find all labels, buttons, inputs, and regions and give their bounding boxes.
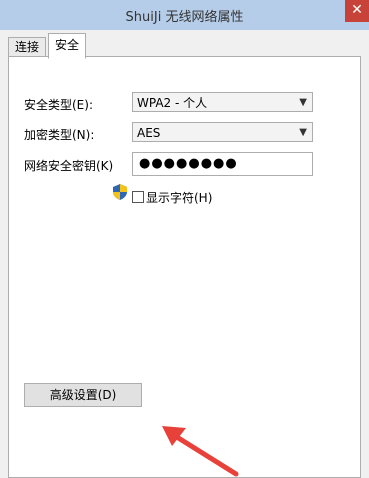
close-button[interactable]: ✕: [345, 0, 369, 22]
chevron-down-icon: ▼: [299, 127, 307, 138]
encryption-type-select[interactable]: AES ▼: [132, 122, 313, 142]
advanced-settings-button[interactable]: 高级设置(D): [24, 383, 142, 407]
tab-security[interactable]: 安全: [48, 33, 87, 59]
security-type-select[interactable]: WPA2 - 个人 ▼: [132, 92, 313, 112]
uac-shield-icon: [113, 184, 127, 200]
tab-connection[interactable]: 连接: [8, 37, 47, 57]
show-characters-checkbox[interactable]: [132, 191, 144, 203]
encryption-type-value: AES: [137, 126, 161, 140]
network-key-label: 网络安全密钥(K): [24, 159, 114, 173]
chevron-down-icon: ▼: [299, 97, 307, 108]
window-title: ShuiJi 无线网络属性: [125, 10, 244, 25]
title-bar: ShuiJi 无线网络属性 ✕: [0, 0, 369, 31]
network-key-field[interactable]: ●●●●●●●●: [132, 152, 313, 176]
annotation-arrow-icon: [162, 426, 239, 477]
encryption-type-label: 加密类型(N):: [24, 128, 95, 142]
security-type-label: 安全类型(E):: [24, 98, 93, 112]
show-characters-label: 显示字符(H): [146, 191, 213, 205]
security-panel: 安全类型(E): WPA2 - 个人 ▼ 加密类型(N): AES ▼ 网络安全…: [8, 56, 361, 478]
security-type-value: WPA2 - 个人: [137, 96, 208, 110]
